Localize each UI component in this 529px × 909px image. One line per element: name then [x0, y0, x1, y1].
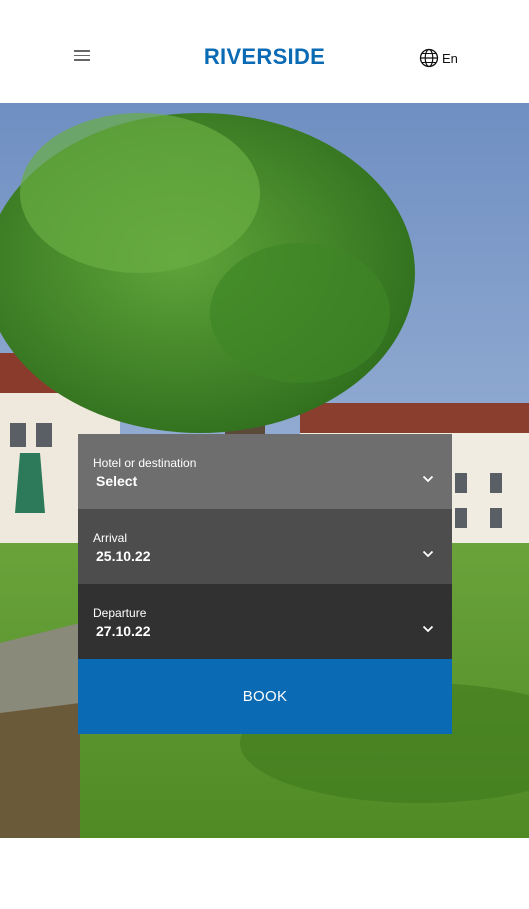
- departure-label: Departure: [93, 606, 147, 620]
- departure-value: 27.10.22: [96, 623, 151, 639]
- hotel-destination-value: Select: [96, 473, 138, 489]
- arrival-value: 25.10.22: [96, 548, 151, 564]
- language-label: En: [442, 50, 458, 66]
- book-button[interactable]: BOOK: [78, 659, 452, 734]
- departure-date-select[interactable]: Departure 27.10.22: [78, 584, 452, 659]
- chevron-down-icon: [422, 625, 434, 633]
- language-selector[interactable]: En: [419, 48, 458, 68]
- hotel-destination-label: Hotel or destination: [93, 456, 197, 470]
- arrival-label: Arrival: [93, 531, 128, 545]
- chevron-down-icon: [422, 475, 434, 483]
- globe-icon: [419, 48, 439, 68]
- arrival-date-select[interactable]: Arrival 25.10.22: [78, 509, 452, 584]
- hotel-destination-select[interactable]: Hotel or destination Select: [78, 434, 452, 509]
- chevron-down-icon: [422, 550, 434, 558]
- booking-form: Hotel or destination Select Arrival 25.1…: [78, 434, 452, 734]
- site-header: RIVERSIDE En: [0, 0, 529, 103]
